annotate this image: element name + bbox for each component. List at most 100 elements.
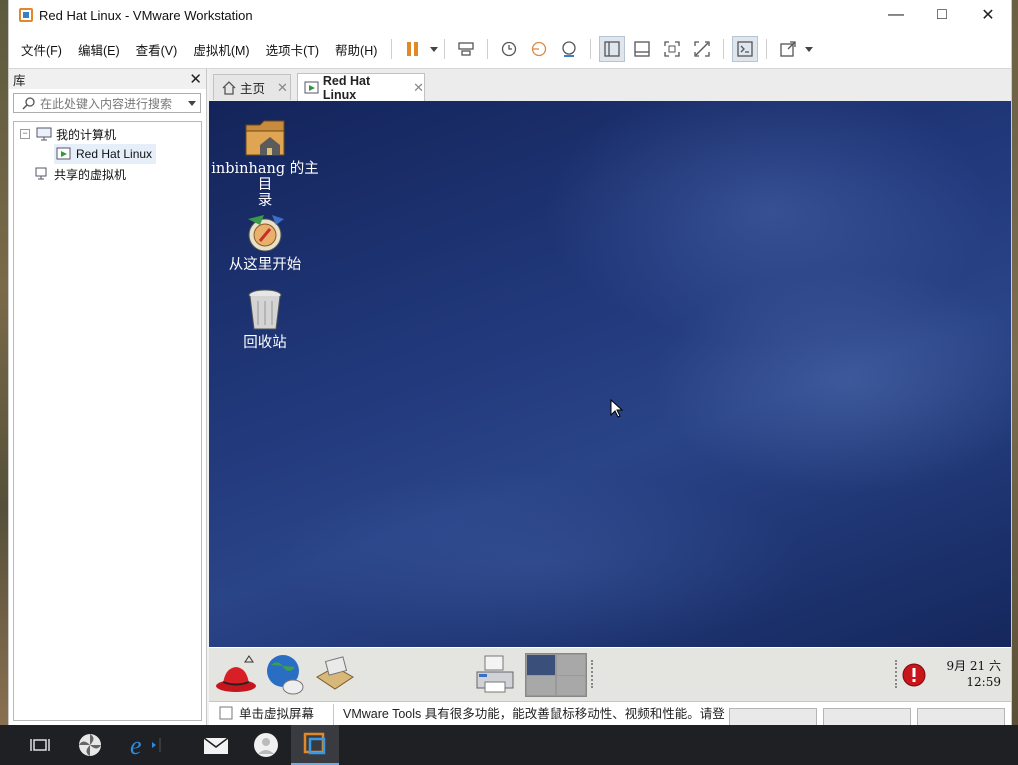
tab-label: Red Hat Linux xyxy=(322,73,371,102)
pinwheel-app-icon xyxy=(79,734,101,756)
guest-desktop[interactable]: inbinhang 的主目 录 从这里开始 回收站 xyxy=(209,101,1011,647)
vm-tab-icon xyxy=(304,81,319,93)
taskbar-user-app[interactable] xyxy=(242,725,290,765)
menu-view[interactable]: 查看(V) xyxy=(128,40,186,59)
library-view-icon[interactable] xyxy=(599,36,626,62)
stretch-dropdown-icon[interactable] xyxy=(805,46,814,52)
alert-icon[interactable] xyxy=(901,662,927,688)
vmware-app-icon xyxy=(19,8,33,22)
library-search-input[interactable]: 在此处键入内容进行搜索 xyxy=(13,93,201,113)
fullscreen-icon[interactable] xyxy=(659,36,685,62)
tree-label: Red Hat Linux xyxy=(76,147,153,161)
toolbar-separator xyxy=(590,39,592,59)
info-icon xyxy=(219,706,233,720)
workspace-1[interactable] xyxy=(527,655,555,675)
tab-close-icon[interactable]: ✕ xyxy=(413,80,424,96)
snapshot-icon[interactable] xyxy=(496,36,522,62)
clock-time: 12:59 xyxy=(966,675,1001,689)
menu-vm[interactable]: 虚拟机(M) xyxy=(185,40,257,59)
notification-divider xyxy=(333,704,334,726)
home-folder-icon xyxy=(245,120,285,156)
tab-red-hat-linux[interactable]: Red Hat Linux ✕ xyxy=(297,73,425,102)
search-placeholder: 在此处键入内容进行搜索 xyxy=(40,96,173,111)
shared-vm-icon xyxy=(35,167,47,180)
windows-taskbar: e xyxy=(0,725,1018,765)
task-view-button[interactable] xyxy=(16,725,64,765)
maximize-button[interactable]: □ xyxy=(919,0,965,30)
workspace-4[interactable] xyxy=(557,676,585,695)
guest-clock[interactable]: 9月 21 六 12:59 xyxy=(946,658,1001,690)
trash-icon xyxy=(248,289,282,330)
task-view-icon xyxy=(30,739,50,751)
toolbar-separator xyxy=(723,39,725,59)
menu-file[interactable]: 文件(F) xyxy=(13,40,70,59)
notification-hint: 单击虚拟屏幕 xyxy=(239,707,315,721)
mail-icon[interactable] xyxy=(313,655,357,695)
library-close-icon[interactable]: ✕ xyxy=(189,70,202,88)
console-icon[interactable] xyxy=(732,36,759,62)
taskbar-vmware-workstation[interactable] xyxy=(291,725,339,765)
toolbar-separator xyxy=(391,39,393,59)
unity-icon[interactable] xyxy=(689,36,715,62)
taskbar-internet-explorer[interactable]: e xyxy=(122,725,170,765)
taskbar-app-pinwheel[interactable] xyxy=(66,725,114,765)
close-button[interactable]: ✕ xyxy=(965,0,1011,30)
printer-icon[interactable] xyxy=(473,654,517,696)
user-avatar-icon xyxy=(254,733,278,757)
clock-date: 9月 21 六 xyxy=(946,659,1001,673)
toolbar-separator xyxy=(444,39,446,59)
tab-label: 主页 xyxy=(240,82,266,96)
tree-label: 我的计算机 xyxy=(56,127,117,142)
mail-app-icon xyxy=(203,737,229,754)
snapshot-manager-icon[interactable] xyxy=(556,36,582,62)
library-tree: − 我的计算机 Red Hat Linux 共享的虚拟机 xyxy=(13,121,202,721)
menu-toolbar: 文件(F) 编辑(E) 查看(V) 虚拟机(M) 选项卡(T) 帮助(H) xyxy=(9,30,1011,69)
mouse-cursor-icon xyxy=(610,399,624,418)
toolbar-separator xyxy=(766,39,768,59)
menu-edit[interactable]: 编辑(E) xyxy=(70,40,128,59)
desktop-icon-label: 从这里开始 xyxy=(228,257,302,273)
revert-snapshot-icon[interactable] xyxy=(526,36,552,62)
search-icon xyxy=(22,97,35,110)
title-bar: Red Hat Linux - VMware Workstation — □ ✕ xyxy=(9,0,1011,30)
vmware-window: Red Hat Linux - VMware Workstation — □ ✕… xyxy=(8,0,1012,730)
web-browser-icon[interactable] xyxy=(263,653,307,697)
desktop-icon-label: inbinhang 的主目 录 xyxy=(211,161,319,209)
toolbar-separator xyxy=(487,39,489,59)
home-icon xyxy=(222,80,236,95)
tree-item-my-computer[interactable]: − 我的计算机 xyxy=(20,124,116,144)
vmware-tools-notification: 单击虚拟屏幕 VMware Tools 具有很多功能，能改善鼠标移动性、视频和性… xyxy=(209,701,1011,730)
tree-item-red-hat-linux[interactable]: Red Hat Linux xyxy=(54,144,157,164)
start-here-icon xyxy=(248,215,284,252)
pause-dropdown-icon[interactable] xyxy=(430,46,439,52)
workspace-switcher[interactable] xyxy=(525,653,587,697)
workspace-3[interactable] xyxy=(527,676,555,695)
window-title: Red Hat Linux - VMware Workstation xyxy=(39,7,253,23)
send-ctrl-alt-del-icon[interactable] xyxy=(453,36,479,62)
search-dropdown-icon[interactable] xyxy=(188,100,196,106)
desktop-start-here[interactable]: 从这里开始 xyxy=(209,213,325,273)
menu-help[interactable]: 帮助(H) xyxy=(327,40,385,59)
library-title: 库 xyxy=(13,73,26,88)
desktop-home-folder[interactable]: inbinhang 的主目 录 xyxy=(209,113,325,209)
svg-text:e: e xyxy=(130,732,142,758)
tab-home[interactable]: 主页 ✕ xyxy=(213,74,291,100)
guest-panel: 9月 21 六 12:59 xyxy=(209,647,1011,702)
desktop-trash[interactable]: 回收站 xyxy=(209,287,325,351)
thumbnail-view-icon[interactable] xyxy=(629,36,655,62)
stretch-icon[interactable] xyxy=(775,36,801,62)
minimize-button[interactable]: — xyxy=(873,0,919,30)
tab-close-icon[interactable]: ✕ xyxy=(277,80,288,96)
collapse-icon[interactable]: − xyxy=(20,129,30,139)
menu-tabs[interactable]: 选项卡(T) xyxy=(258,40,327,59)
library-header: 库 ✕ xyxy=(9,69,206,89)
main-content: 主页 ✕ Red Hat Linux ✕ inbinhang 的主目 录 从这里… xyxy=(209,69,1011,730)
pause-icon[interactable] xyxy=(400,36,426,62)
vm-running-icon xyxy=(56,147,71,160)
tree-item-shared-vms[interactable]: 共享的虚拟机 xyxy=(34,164,126,184)
library-pane: 库 ✕ 在此处键入内容进行搜索 − 我的计算机 Red Hat Linux 共享… xyxy=(9,69,207,725)
taskbar-mail[interactable] xyxy=(192,725,240,765)
workspace-2[interactable] xyxy=(557,655,585,675)
internet-explorer-icon: e xyxy=(130,732,161,758)
redhat-menu-icon[interactable] xyxy=(213,654,259,696)
